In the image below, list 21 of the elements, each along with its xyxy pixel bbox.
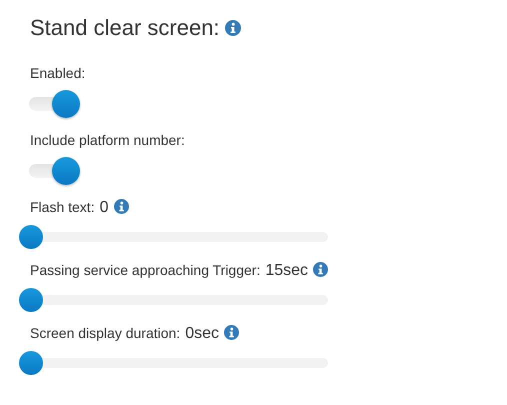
info-icon[interactable] — [224, 20, 241, 36]
slider[interactable] — [19, 351, 328, 375]
section-title: Stand clear screen: — [30, 15, 220, 40]
info-icon[interactable] — [114, 199, 128, 214]
setting-value: 15sec — [265, 262, 308, 279]
setting-label: Include platform number: — [30, 132, 185, 148]
slider-thumb[interactable] — [19, 288, 43, 312]
setting-value: 0sec — [185, 325, 219, 342]
info-icon[interactable] — [313, 262, 328, 277]
slider[interactable] — [19, 225, 328, 249]
slider[interactable] — [19, 288, 328, 312]
slider-thumb[interactable] — [19, 225, 43, 249]
setting-label: Enabled: — [30, 65, 86, 81]
slider-thumb[interactable] — [19, 351, 43, 375]
info-icon[interactable] — [224, 325, 239, 340]
setting-label: Flash text: — [30, 199, 95, 215]
setting-label: Passing service approaching Trigger: — [30, 262, 260, 278]
setting-value: 0 — [100, 199, 108, 216]
toggle-switch[interactable] — [29, 157, 80, 185]
toggle-switch[interactable] — [29, 90, 80, 118]
setting-label: Screen display duration: — [30, 325, 180, 341]
